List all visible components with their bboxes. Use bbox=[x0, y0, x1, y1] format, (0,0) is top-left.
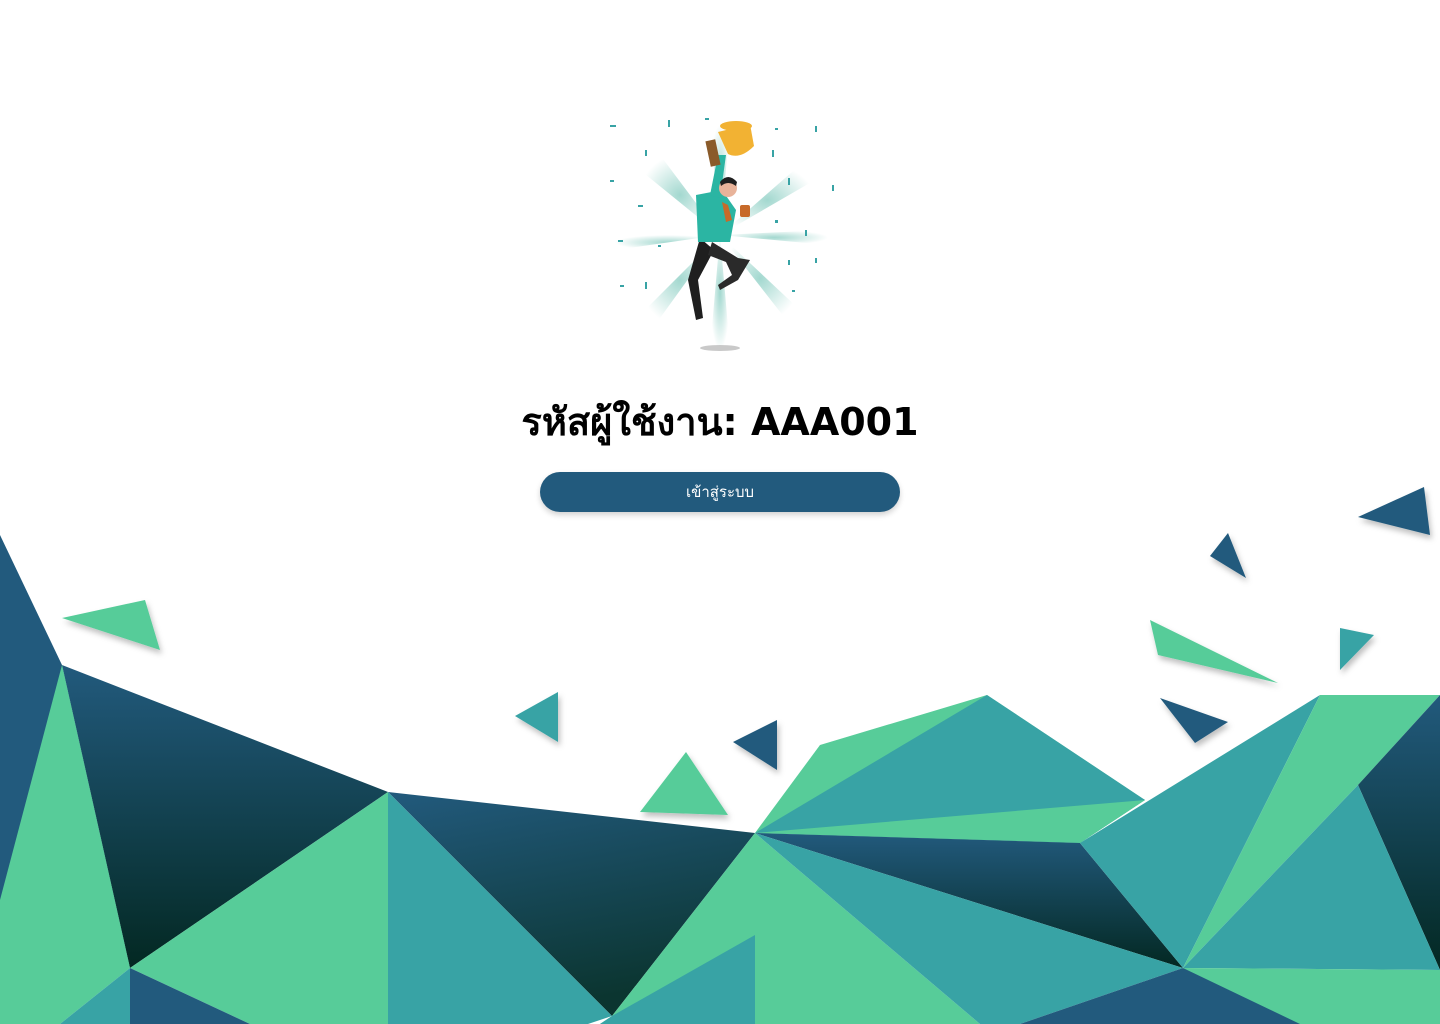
login-button[interactable]: เข้าสู่ระบบ bbox=[540, 472, 900, 512]
login-page: รหัสผู้ใช้งาน: AAA001 เข้าสู่ระบบ bbox=[0, 0, 1440, 1024]
page-title: รหัสผู้ใช้งาน: AAA001 bbox=[0, 396, 1440, 448]
user-code-label: รหัสผู้ใช้งาน: bbox=[521, 400, 738, 444]
celebration-trophy-icon bbox=[610, 118, 834, 351]
user-code-value: AAA001 bbox=[751, 400, 919, 444]
